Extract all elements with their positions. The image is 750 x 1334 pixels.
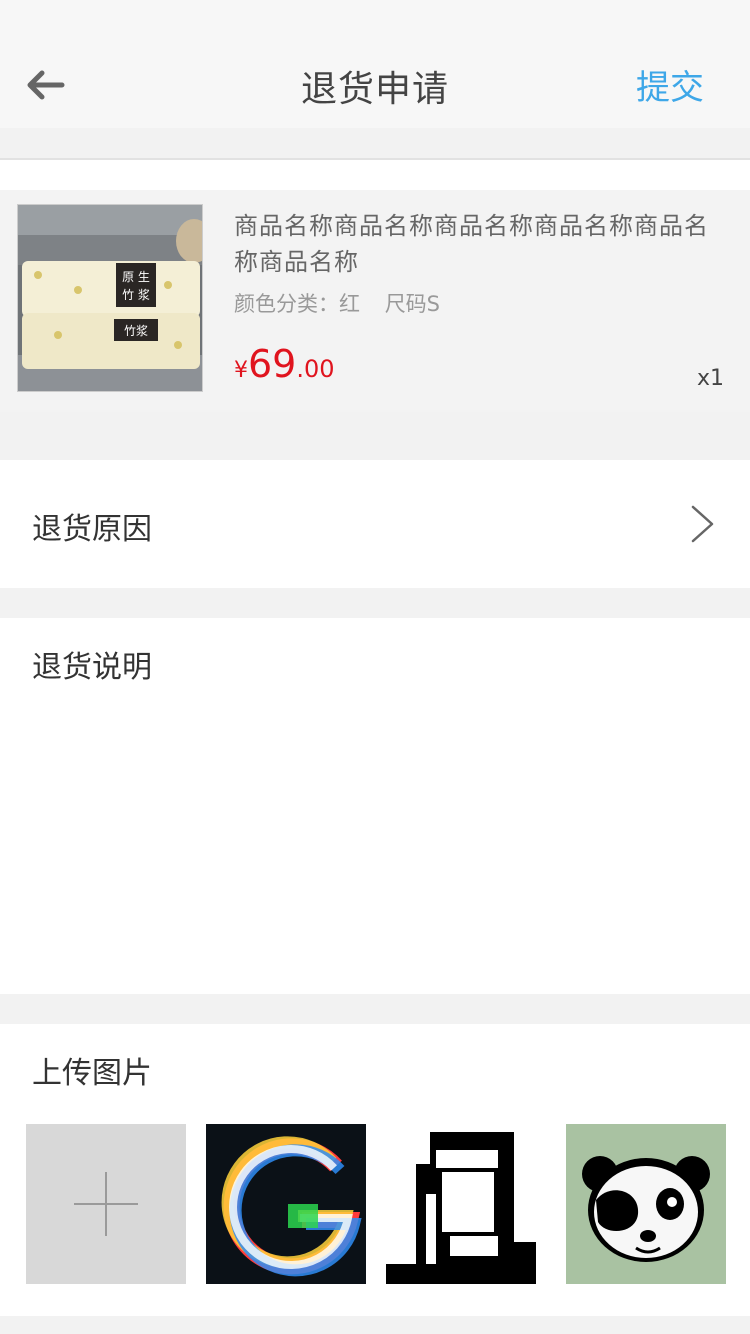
image-thumbnail xyxy=(206,1124,366,1284)
product-quantity: x1 xyxy=(696,366,724,391)
upload-images-section: 上传图片 xyxy=(0,1024,750,1316)
spec-size: 尺码S xyxy=(384,292,441,316)
product-card: 原 生 竹 浆 竹浆 商品名称商品名称商品名称商品名称商品名称商品名称 颜色分类… xyxy=(0,190,750,412)
product-price: ¥69.00 xyxy=(234,342,335,386)
price-currency: ¥ xyxy=(234,358,248,383)
thumbnail-text: 竹 浆 xyxy=(122,287,150,302)
navigation-bar: 退货申请 提交 xyxy=(0,0,750,128)
thumbnail-text: 原 生 xyxy=(122,270,150,284)
product-thumbnail: 原 生 竹 浆 竹浆 xyxy=(17,204,203,392)
submit-button[interactable]: 提交 xyxy=(636,60,704,109)
spacer xyxy=(0,160,750,190)
product-image: 原 生 竹 浆 竹浆 xyxy=(18,205,202,391)
product-name: 商品名称商品名称商品名称商品名称商品名称商品名称 xyxy=(234,212,709,276)
chevron-right-icon xyxy=(691,505,714,543)
upload-images-label: 上传图片 xyxy=(32,1056,152,1091)
price-integer: 69 xyxy=(248,342,297,386)
return-reason-label: 退货原因 xyxy=(32,512,152,547)
spec-color: 颜色分类：红 xyxy=(234,292,360,316)
return-description-label: 退货说明 xyxy=(32,650,152,685)
uploaded-image[interactable] xyxy=(386,1124,546,1284)
thumbnail-text: 竹浆 xyxy=(124,323,148,338)
image-thumbnail xyxy=(386,1124,546,1284)
return-request-page: 退货申请 提交 原 生 竹 浆 竹浆 商品名称商品名称商品名称商品名称商品名称商… xyxy=(0,0,750,1334)
image-thumbnail xyxy=(566,1124,726,1284)
uploaded-image[interactable] xyxy=(206,1124,366,1284)
plus-icon xyxy=(74,1172,138,1236)
return-description-section: 退货说明 xyxy=(0,618,750,994)
product-spec: 颜色分类：红 尺码S xyxy=(234,288,458,318)
price-decimal: .00 xyxy=(296,355,335,383)
add-image-button[interactable] xyxy=(26,1124,186,1284)
return-reason-row[interactable]: 退货原因 xyxy=(0,460,750,588)
return-description-input[interactable] xyxy=(32,698,718,978)
uploaded-image[interactable] xyxy=(566,1124,726,1284)
